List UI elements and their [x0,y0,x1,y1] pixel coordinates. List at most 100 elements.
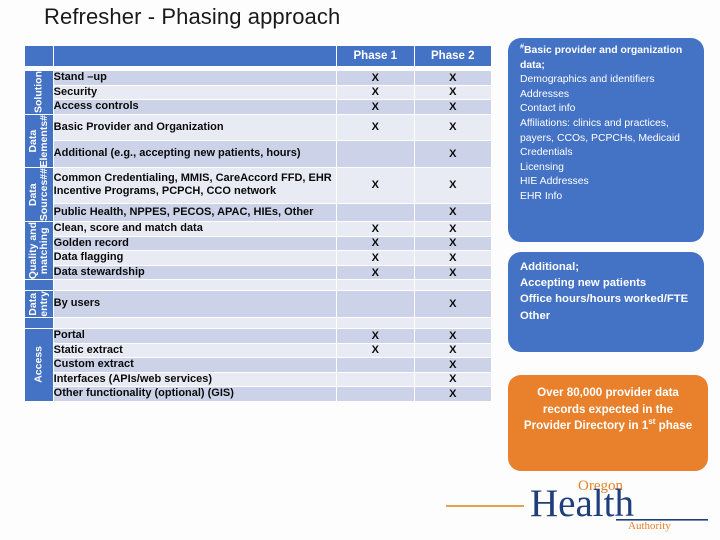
activity-label: Static extract [52,342,338,359]
callout-records-text-tail: phase [655,419,693,433]
phase-1-mark: X [336,84,415,100]
row-group-label-text: Data Sources## [26,168,50,222]
callout-elements-line: Addresses [520,88,570,100]
callout-elements-line: HIE Addresses [520,176,589,188]
spacer-category-cell [24,317,54,330]
table-row: Interfaces (APIs/web services) X [25,371,492,388]
phase-1-mark [336,371,415,388]
callout-additional-line: Office hours/hours worked/FTE [520,293,689,306]
spacer-category-cell [24,279,54,292]
phase-1-mark: X [336,99,415,115]
header-phase-1: Phase 1 [336,45,415,67]
phase-1-mark: X [336,342,415,359]
table-row: Access controls X X [25,99,492,115]
table-row: Other functionality (optional) (GIS) X [25,386,492,402]
phase-2-mark: X [413,167,492,204]
table-row: Security X X [25,84,492,100]
table-row: Additional (e.g., accepting new patients… [25,140,492,169]
phase-1-mark: X [336,113,415,142]
callout-elements-line: EHR Info [520,190,563,202]
phase-1-mark [336,357,415,373]
phase-2-mark: X [413,70,492,86]
table-row: Golden record X X [25,235,492,252]
phase-2-mark: X [413,84,492,100]
header-activity [52,45,338,67]
phase-2-mark: X [413,202,492,223]
row-group-label-text: Access [32,346,45,384]
row-group-label: Data Sources## [24,167,54,223]
row-group-label: Solution [24,70,54,115]
table-spacer-row [24,279,492,292]
phase-1-mark: X [336,250,415,266]
row-group-label: Data Elements# [24,113,54,169]
table-row: Custom extract X [25,357,492,373]
spacer-cell [413,279,492,292]
logo-underline [616,519,708,521]
phase-2-mark: X [413,386,492,402]
phase-1-mark [336,140,415,169]
table-row: Public Health, NPPES, PECOS, APAC, HIEs,… [25,202,492,223]
phase-1-mark [336,386,415,402]
page-title: Refresher - Phasing approach [44,4,341,29]
activity-label: By users [52,290,338,319]
phase-1-mark: X [336,264,415,281]
row-group-label-text: Data entry [26,291,50,318]
row-group-label: Quality and matching [24,221,54,281]
phase-1-mark: X [336,235,415,252]
activity-label: Public Health, NPPES, PECOS, APAC, HIEs,… [52,202,338,223]
table-row: Access Portal X X [24,328,492,402]
callout-elements-line: Licensing [520,161,564,173]
phase-2-mark: X [413,140,492,169]
row-group-label: Access [24,328,54,402]
activity-label: Basic Provider and Organization [52,113,338,142]
activity-label: Security [52,84,338,100]
header-phase-2: Phase 2 [413,45,492,67]
phase-2-mark: X [413,264,492,281]
phase-2-mark: X [413,357,492,373]
table-row: Data entry By users X [24,290,492,319]
spacer-cell [413,317,492,330]
table-row: Quality and matching Clean, score and mat… [24,221,492,281]
spacer-cell [52,279,338,292]
callout-record-count: Over 80,000 provider data records expect… [508,375,708,471]
table-spacer-row [24,317,492,330]
callout-additional-data: Additional; Accepting new patients Offic… [508,252,704,352]
activity-label: Data stewardship [52,264,338,281]
activity-label: Common Credentialing, MMIS, CareAccord F… [52,167,338,204]
phase-1-mark: X [336,167,415,204]
logo-rule-divider [446,505,524,507]
callout-basic-data-elements: #Basic provider and organization data; D… [508,38,704,242]
phase-2-mark: X [413,328,492,344]
activity-label: Additional (e.g., accepting new patients… [52,140,338,169]
phase-1-mark: X [336,70,415,86]
phase-1-mark: X [336,221,415,237]
phase-2-mark: X [413,342,492,359]
spacer-cell [336,279,415,292]
phase-2-mark: X [413,290,492,319]
activity-label: Portal [52,328,338,344]
table-row: Solution Stand –up X X [24,70,492,115]
activity-label: Data flagging [52,250,338,266]
phase-2-mark: X [413,371,492,388]
table-row: Data flagging X X [25,250,492,266]
header-category-spacer [24,45,54,67]
activity-label: Clean, score and match data [52,221,338,237]
logo-word-health: Health [530,482,634,525]
phase-2-mark: X [413,235,492,252]
logo-word-authority: Authority [628,520,671,532]
table-row: Data Sources## Common Credentialing, MMIS… [24,167,492,223]
phase-2-mark: X [413,221,492,237]
phase-1-mark: X [336,328,415,344]
table-row: Data Elements# Basic Provider and Organiz… [24,113,492,169]
spacer-cell [52,317,338,330]
callout-elements-line: Credentials [520,147,573,159]
callout-elements-line: Demographics and identifiers [520,74,655,86]
callout-elements-heading-text: Basic provider and organization data; [520,45,683,71]
phase-1-mark [336,290,415,319]
row-group-label-text: Quality and matching [26,222,50,280]
callout-additional-heading: Additional; [520,261,579,273]
table-row: Data stewardship X X [25,264,492,281]
slide-canvas: Refresher - Phasing approach Phase 1 Phas… [0,0,720,540]
row-group-label: Data entry [24,290,54,319]
callout-additional-line: Accepting new patients [520,277,647,290]
